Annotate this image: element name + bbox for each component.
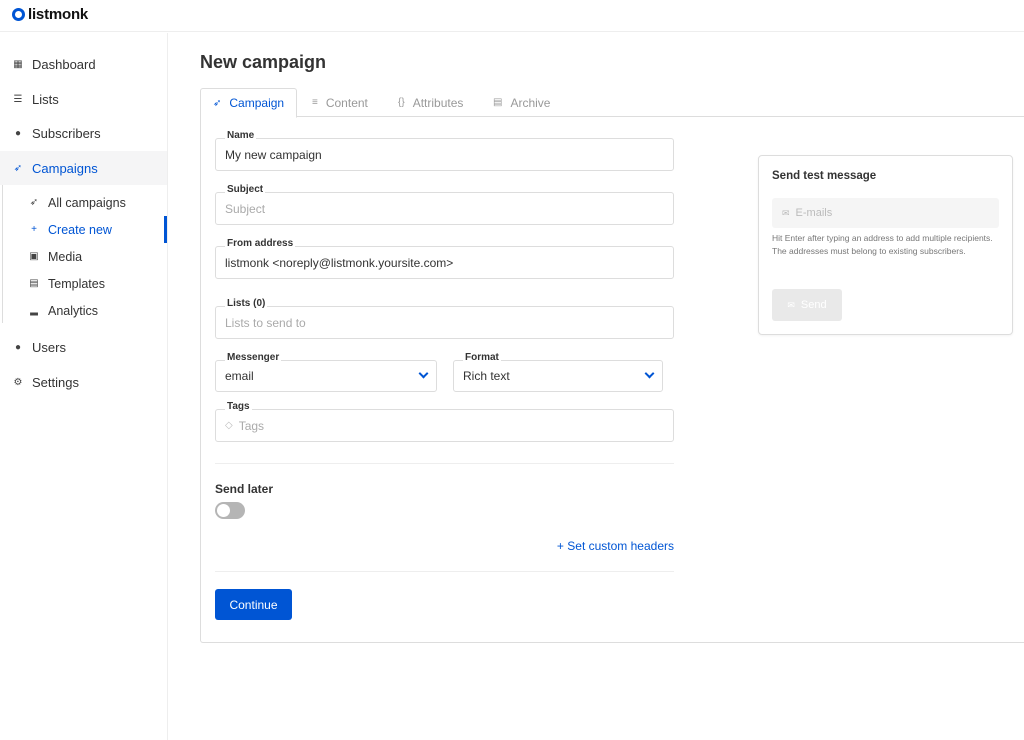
format-field: Rich text Format	[453, 352, 663, 392]
subnav-item-label: Templates	[48, 276, 105, 291]
lists-field: Lists to send to Lists (0)	[215, 298, 674, 339]
format-select[interactable]: Rich text	[453, 360, 663, 392]
sidebar: ▦ Dashboard ☰ Lists ● Subscribers ➶ Camp…	[0, 33, 168, 740]
subnav-item-templates[interactable]: ▤ Templates	[3, 270, 167, 297]
subnav-item-label: Create new	[48, 222, 112, 237]
sidebar-item-campaigns[interactable]: ➶ Campaigns	[0, 151, 167, 185]
subnav-item-create-new[interactable]: + Create new	[3, 216, 167, 243]
sidebar-item-settings[interactable]: ⚙ Settings	[0, 365, 167, 399]
mail-icon: ✉	[787, 299, 795, 310]
format-label: Format	[463, 352, 501, 363]
toggle-knob	[217, 504, 230, 517]
test-emails-input[interactable]: ✉ E-mails	[772, 198, 999, 228]
name-label: Name	[225, 130, 257, 141]
image-icon: ▣	[29, 251, 39, 262]
sidebar-item-label: Dashboard	[32, 56, 96, 72]
tab-attributes[interactable]: {} Attributes	[386, 88, 475, 117]
tab-label: Archive	[510, 95, 551, 110]
archive-icon: ▤	[493, 97, 503, 108]
rocket-icon: ➶	[213, 97, 222, 109]
tab-label: Attributes	[412, 95, 464, 110]
send-test-message-title: Send test message	[772, 170, 877, 182]
subject-input[interactable]: Subject	[215, 192, 674, 225]
from-address-input[interactable]: listmonk <noreply@listmonk.yoursite.com>	[215, 246, 674, 279]
divider	[215, 463, 674, 464]
logo[interactable]: listmonk	[12, 6, 88, 23]
braces-icon: {}	[398, 97, 405, 108]
sidebar-item-label: Users	[32, 339, 66, 355]
users-icon: ●	[14, 341, 22, 353]
tags-input[interactable]: ◇ Tags	[215, 409, 674, 442]
lists-input[interactable]: Lists to send to	[215, 306, 674, 339]
send-later-toggle[interactable]	[215, 502, 245, 519]
tab-archive[interactable]: ▤ Archive	[481, 88, 562, 117]
top-bar: listmonk	[0, 0, 1024, 32]
plus-icon: +	[31, 224, 37, 235]
grid-icon: ▦	[13, 58, 23, 70]
logo-icon	[12, 8, 25, 21]
from-address-label: From address	[225, 238, 296, 249]
lists-label: Lists (0)	[225, 298, 268, 309]
mail-icon: ✉	[782, 207, 790, 218]
set-custom-headers-link[interactable]: + Set custom headers	[557, 539, 674, 553]
tab-label: Campaign	[229, 96, 285, 110]
messenger-label: Messenger	[225, 352, 282, 363]
name-input[interactable]: My new campaign	[215, 138, 674, 171]
page-title: New campaign	[200, 52, 327, 72]
messenger-select[interactable]: email	[215, 360, 437, 392]
gear-icon: ⚙	[13, 376, 23, 388]
divider	[215, 571, 674, 572]
sidebar-item-label: Subscribers	[32, 125, 101, 141]
subnav-item-media[interactable]: ▣ Media	[3, 243, 167, 270]
tab-label: Content	[325, 95, 368, 110]
subject-field: Subject Subject	[215, 184, 674, 225]
subnav-item-all-campaigns[interactable]: ➶ All campaigns	[3, 189, 167, 216]
send-test-button[interactable]: ✉ Send	[772, 289, 842, 321]
name-field: My new campaign Name	[215, 130, 674, 171]
subnav-item-label: Analytics	[48, 303, 99, 318]
send-test-message-card: Send test message ✉ E-mails Hit Enter af…	[758, 155, 1013, 335]
tags-field: ◇ Tags Tags	[215, 401, 674, 442]
continue-button[interactable]: Continue	[215, 589, 292, 620]
file-icon: ▤	[29, 278, 39, 289]
subject-label: Subject	[225, 184, 266, 195]
tab-content[interactable]: ≡ Content	[300, 88, 380, 117]
tab-campaign[interactable]: ➶ Campaign	[200, 88, 298, 118]
send-test-label: Send	[800, 299, 827, 311]
sidebar-item-subscribers[interactable]: ● Subscribers	[0, 116, 167, 150]
text-lines-icon: ≡	[312, 97, 318, 108]
sidebar-item-label: Campaigns	[32, 160, 98, 176]
rocket-icon: ➶	[29, 197, 39, 208]
sidebar-item-label: Lists	[32, 91, 59, 107]
campaigns-subnav: ➶ All campaigns + Create new ▣ Media ▤ T…	[2, 185, 168, 323]
tags-placeholder: Tags	[238, 418, 265, 433]
subnav-item-label: All campaigns	[48, 195, 126, 210]
test-help-text: Hit Enter after typing an address to add…	[772, 233, 993, 256]
from-address-field: listmonk <noreply@listmonk.yoursite.com>…	[215, 238, 674, 279]
subnav-item-analytics[interactable]: ▂ Analytics	[3, 297, 167, 324]
test-emails-placeholder: E-mails	[795, 207, 833, 219]
send-later-label: Send later	[215, 482, 274, 496]
logo-text: listmonk	[28, 6, 89, 23]
rocket-icon: ➶	[13, 162, 23, 174]
list-icon: ☰	[13, 93, 23, 105]
tags-label: Tags	[225, 401, 252, 412]
tab-bar: ➶ Campaign ≡ Content {} Attributes ▤ Arc…	[200, 88, 1024, 118]
tag-icon: ◇	[225, 420, 233, 431]
sidebar-item-users[interactable]: ● Users	[0, 330, 167, 364]
chart-icon: ▂	[30, 305, 38, 316]
users-icon: ●	[14, 127, 22, 139]
sidebar-item-lists[interactable]: ☰ Lists	[0, 82, 167, 116]
sidebar-item-label: Settings	[32, 374, 79, 390]
messenger-field: email Messenger	[215, 352, 437, 392]
subnav-item-label: Media	[48, 249, 83, 264]
sidebar-item-dashboard[interactable]: ▦ Dashboard	[0, 47, 167, 81]
